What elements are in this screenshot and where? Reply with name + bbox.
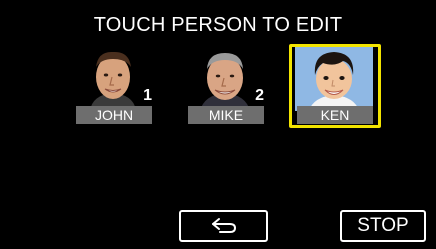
- person-name: MIKE: [188, 106, 264, 124]
- return-arrow-icon: [211, 218, 236, 233]
- person-number: 1: [143, 87, 152, 104]
- back-button[interactable]: [179, 210, 268, 242]
- adult-man-photo-icon: [74, 47, 152, 111]
- older-man-photo-icon: [186, 47, 264, 111]
- screen-title: TOUCH PERSON TO EDIT: [93, 14, 343, 36]
- person-name: KEN: [297, 106, 373, 124]
- child-photo-icon: [295, 47, 373, 111]
- face-edit-screen: TOUCH PERSON TO EDIT 1 JOHN 2 MIKE KEN S…: [0, 0, 436, 249]
- person-number: 2: [255, 87, 264, 104]
- person-tile-mike[interactable]: 2 MIKE: [180, 44, 272, 128]
- person-tile-ken[interactable]: KEN: [289, 44, 381, 128]
- stop-button[interactable]: STOP: [340, 210, 426, 242]
- person-tile-john[interactable]: 1 JOHN: [68, 44, 160, 128]
- person-name: JOHN: [76, 106, 152, 124]
